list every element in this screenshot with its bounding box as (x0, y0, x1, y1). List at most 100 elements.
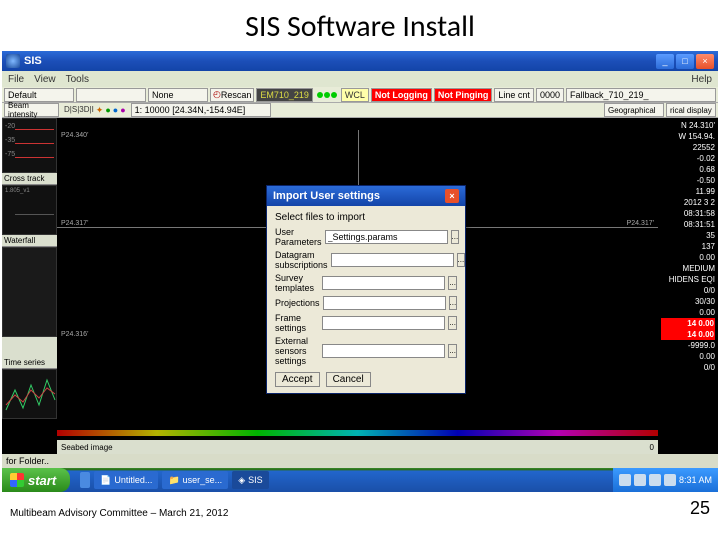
waterfall-header: Waterfall (2, 235, 57, 247)
waterfall-chart (2, 247, 57, 337)
browse-button[interactable]: ... (451, 230, 460, 244)
page-number: 25 (690, 498, 710, 519)
geo-value: HIDENS EQI (661, 274, 715, 285)
geo-value: 0/0 (661, 285, 715, 296)
dialog-row: Frame settings... (275, 313, 457, 333)
dialog-row-label: External sensors settings (275, 336, 319, 366)
cross-track-header: Cross track (2, 173, 57, 185)
beam-intensity-chart: -20-35-75 (2, 118, 57, 173)
status-toolbar: Default None ◴Rescan EM710_219 WCL Not L… (2, 87, 718, 103)
start-button[interactable]: start (2, 468, 70, 492)
dialog-title: Import User settings (273, 190, 380, 202)
dialog-row-label: Datagram subscriptions (275, 250, 328, 270)
dialog-row-label: Frame settings (275, 313, 319, 333)
file-input[interactable] (322, 276, 445, 290)
geo-value: -9999.0 (661, 340, 715, 351)
color-scale-bar (57, 430, 658, 436)
geo-value: 22552 (661, 142, 715, 153)
fallback-field[interactable]: Fallback_710_219_ (566, 88, 716, 102)
geo-value: 11.99 (661, 186, 715, 197)
geo-value: MEDIUM (661, 263, 715, 274)
dialog-row-label: User Parameters (275, 227, 322, 247)
beam-panel-header: Beam intensity (4, 103, 59, 117)
tray-icon[interactable] (619, 474, 631, 486)
dialog-row: Projections... (275, 296, 457, 310)
geo-value: 08:31:51 (661, 219, 715, 230)
dialog-row: Datagram subscriptions... (275, 250, 457, 270)
system-tray[interactable]: 8:31 AM (613, 468, 718, 492)
display-label: rical display (666, 103, 716, 117)
browse-button[interactable]: ... (448, 316, 457, 330)
taskbar-item-active[interactable]: ◈SIS (232, 471, 268, 489)
app-statusbar: for Folder.. (2, 454, 718, 468)
geo-value: 35 (661, 230, 715, 241)
menu-view[interactable]: View (34, 74, 56, 85)
timeseries-header: Time series (2, 357, 57, 369)
geo-value: 0.00 (661, 351, 715, 362)
close-button[interactable]: × (696, 54, 714, 69)
dialog-row-label: Survey templates (275, 273, 319, 293)
file-input[interactable] (322, 316, 445, 330)
window-titlebar: SIS _ □ × (2, 51, 718, 71)
browse-button[interactable]: ... (448, 276, 457, 290)
minimize-button[interactable]: _ (656, 54, 674, 69)
browse-button[interactable]: ... (448, 344, 457, 358)
browse-button[interactable]: ... (449, 296, 458, 310)
file-input[interactable] (325, 230, 448, 244)
file-input[interactable] (322, 344, 445, 358)
not-pinging-badge: Not Pinging (434, 88, 493, 102)
datagram-subscriptions-input[interactable] (331, 253, 454, 267)
menu-tools[interactable]: Tools (66, 74, 89, 85)
line-cnt-value: 0000 (536, 88, 564, 102)
menubar: File View Tools Help (2, 71, 718, 87)
menu-help[interactable]: Help (691, 74, 712, 85)
window-title: SIS (24, 55, 42, 67)
file-input[interactable] (323, 296, 446, 310)
preset-selector[interactable]: Default (4, 88, 74, 102)
slide-title: SIS Software Install (0, 0, 720, 51)
survey-name[interactable]: EM710_219 (256, 88, 313, 102)
dialog-row-label: Projections (275, 298, 320, 308)
dialog-row: External sensors settings... (275, 336, 457, 366)
footer-committee: Multibeam Advisory Committee – March 21,… (10, 508, 228, 519)
dialog-row: User Parameters... (275, 227, 457, 247)
tray-icon[interactable] (649, 474, 661, 486)
geo-value: W 154.94. (661, 131, 715, 142)
clock: 8:31 AM (679, 475, 712, 485)
cancel-button[interactable]: Cancel (326, 372, 371, 387)
not-logging-badge: Not Logging (371, 88, 432, 102)
browse-button[interactable]: ... (457, 253, 466, 267)
timeseries-chart (2, 369, 57, 419)
rescan-button[interactable]: Rescan (221, 90, 252, 100)
menu-file[interactable]: File (8, 74, 24, 85)
tray-icon[interactable] (634, 474, 646, 486)
scale-field[interactable]: 1: 10000 [24.34N,-154.94E] (131, 103, 271, 117)
geo-value: 14 0.00 (661, 318, 715, 329)
secondary-toolbar: Beam intensity D|S|3D|I ✦●●● 1: 10000 [2… (2, 103, 718, 118)
geo-value: 0.68 (661, 164, 715, 175)
geo-value: 0.00 (661, 307, 715, 318)
geo-value: 08:31:58 (661, 208, 715, 219)
geo-value: 0/0 (661, 362, 715, 373)
none-field: None (148, 88, 208, 102)
geo-value: -0.02 (661, 153, 715, 164)
geo-value: 30/30 (661, 296, 715, 307)
wcl-badge: WCL (341, 88, 369, 102)
dialog-header: Select files to import (275, 212, 457, 223)
app-icon (6, 54, 20, 68)
cross-track-chart: 1.805_v1 (2, 185, 57, 235)
tray-icon[interactable] (664, 474, 676, 486)
seabed-bar: Seabed image0 (57, 440, 658, 454)
geo-value: 2012 3 2 (661, 197, 715, 208)
geo-value: -0.50 (661, 175, 715, 186)
taskbar-item[interactable]: 📁user_se... (162, 471, 228, 489)
windows-logo-icon (10, 473, 24, 487)
maximize-button[interactable]: □ (676, 54, 694, 69)
dialog-close-button[interactable]: × (445, 189, 459, 203)
sis-application-window: SIS _ □ × File View Tools Help Default N… (2, 51, 718, 469)
import-user-settings-dialog: Import User settings × Select files to i… (266, 185, 466, 394)
accept-button[interactable]: Accept (275, 372, 320, 387)
taskbar-item[interactable]: 📄Untitled... (94, 471, 158, 489)
windows-taskbar: start 📄Untitled... 📁user_se... ◈SIS 8:31… (2, 468, 718, 492)
geo-value: 14 0.00 (661, 329, 715, 340)
